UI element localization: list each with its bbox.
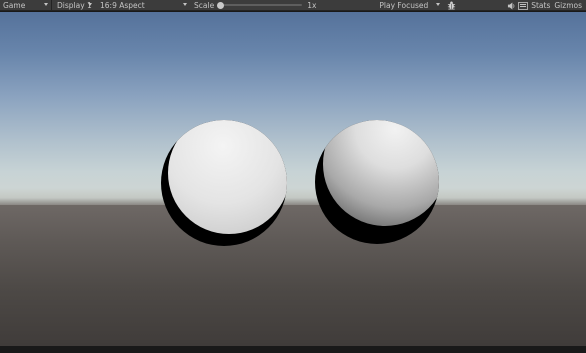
chevron-down-icon <box>44 2 48 6</box>
aspect-label: 16:9 Aspect <box>100 0 145 10</box>
play-mode-dropdown[interactable]: Play Focused <box>376 0 443 11</box>
gizmos-toggle[interactable]: Gizmos <box>552 1 586 10</box>
view-mode-dropdown[interactable]: Game <box>0 0 51 11</box>
sphere-right <box>315 120 439 244</box>
sphere-left <box>161 120 287 246</box>
right-toolbar-group: Stats Gizmos <box>505 0 586 11</box>
chevron-down-icon <box>183 2 187 6</box>
bottom-border <box>0 346 586 353</box>
scale-value: 1x <box>307 0 317 10</box>
game-view-toolbar: Game Display 1 16:9 Aspect Scale 1x Play… <box>0 0 586 11</box>
toolbar-divider <box>51 0 52 11</box>
play-mode-label: Play Focused <box>379 0 429 10</box>
chevron-down-icon <box>88 2 92 6</box>
game-view-window: Game Display 1 16:9 Aspect Scale 1x Play… <box>0 0 586 353</box>
view-mode-label: Game <box>3 0 26 10</box>
scale-label: Scale <box>194 0 215 10</box>
bug-icon[interactable] <box>446 0 457 11</box>
chevron-down-icon <box>436 2 441 6</box>
game-viewport[interactable] <box>0 12 586 346</box>
aspect-dropdown[interactable]: 16:9 Aspect <box>97 0 190 11</box>
scale-slider[interactable] <box>217 1 303 9</box>
speaker-icon[interactable] <box>505 0 517 11</box>
scale-control: Scale 1x <box>194 0 316 11</box>
stats-toggle[interactable]: Stats <box>529 1 552 10</box>
display-label: Display 1 <box>57 0 92 10</box>
scale-slider-thumb[interactable] <box>217 1 225 9</box>
display-dropdown[interactable]: Display 1 <box>54 0 95 11</box>
render-stats-icon[interactable] <box>517 0 529 11</box>
scene-render <box>161 120 439 246</box>
